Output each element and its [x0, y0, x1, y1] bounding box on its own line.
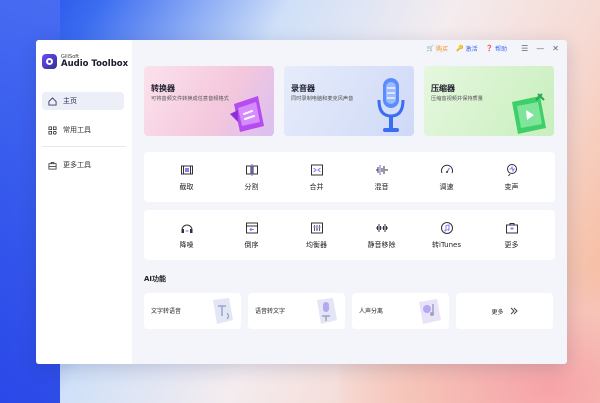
compress-icon	[512, 93, 546, 134]
ai-more-label: 更多	[491, 308, 504, 316]
equalizer-icon	[310, 222, 323, 233]
ai-section-title: AI功能	[144, 275, 167, 283]
recorder-card[interactable]: 录音器 同时录制电脑和麦克风声音	[284, 66, 414, 136]
brand: GiliSoft Audio Toolbox	[42, 54, 128, 69]
help-link[interactable]: ❓ 帮助	[486, 44, 508, 53]
text-to-speech-icon	[213, 298, 233, 324]
tool-equalizer[interactable]: 均衡器	[284, 221, 349, 250]
buy-label: 购买	[436, 46, 449, 53]
home-icon	[48, 96, 57, 106]
help-label: 帮助	[495, 46, 508, 53]
mix-icon	[375, 164, 388, 175]
sidebar-item-common-tools[interactable]: 常用工具	[42, 121, 124, 139]
help-icon: ❓	[485, 45, 494, 52]
sidebar-item-label: 主页	[63, 97, 77, 105]
tool-label: 混音	[374, 182, 389, 191]
tool-label: 降噪	[179, 240, 194, 249]
ai-card-vocal-separation[interactable]: 人声分离	[352, 293, 449, 329]
feature-desc: 可将音频文件转换成任意音频格式	[151, 96, 229, 102]
converter-card[interactable]: 转换器 可将音频文件转换成任意音频格式	[144, 66, 274, 136]
activate-link[interactable]: 🔑 激活	[456, 44, 478, 53]
feature-desc: 同时录制电脑和麦克风声音	[291, 96, 354, 102]
reverse-icon	[245, 222, 258, 233]
tool-label: 截取	[179, 182, 194, 191]
key-icon: 🔑	[456, 45, 464, 52]
split-icon	[245, 163, 258, 176]
tool-reverse[interactable]: 倒序	[219, 221, 284, 250]
tool-label: 调速	[439, 182, 454, 191]
minimize-button[interactable]: —	[536, 44, 544, 53]
sidebar-item-label: 常用工具	[63, 126, 91, 134]
app-logo-icon	[42, 54, 57, 69]
silence-remove-icon	[375, 223, 388, 232]
ai-card-text-to-speech[interactable]: 文字转语音	[144, 293, 241, 329]
tool-merge[interactable]: 合并	[284, 163, 349, 192]
tool-label: 合并	[309, 182, 324, 191]
more-toolbox-icon	[505, 222, 518, 233]
toolbox-icon	[48, 161, 57, 170]
buy-link[interactable]: 🛒 购买	[427, 44, 449, 53]
tool-mix[interactable]: 混音	[349, 163, 414, 192]
ai-card-label: 语音转文字	[255, 308, 286, 315]
feature-cards: 转换器 可将音频文件转换成任意音频格式 录音器 同时录制电脑和麦克风声音 压缩器…	[144, 66, 556, 136]
tool-trim[interactable]: 截取	[154, 163, 219, 192]
tool-label: 均衡器	[306, 240, 327, 249]
app-window: GiliSoft Audio Toolbox 主页 常用工具 更多工具 🛒 购买…	[36, 40, 567, 364]
activate-label: 激活	[465, 46, 478, 53]
double-chevron-right-icon	[510, 307, 518, 315]
close-button[interactable]: ✕	[552, 44, 559, 53]
tool-denoise[interactable]: 降噪	[154, 221, 219, 250]
merge-icon	[310, 164, 323, 175]
itunes-icon	[440, 221, 453, 234]
compressor-card[interactable]: 压缩器 压缩音视频并保持质量	[424, 66, 554, 136]
brand-name: Audio Toolbox	[61, 58, 129, 69]
tools-row-2: 降噪 倒序 均衡器 静音移除 转iTunes 更多	[144, 210, 555, 260]
sidebar-item-home[interactable]: 主页	[42, 92, 124, 110]
grid-icon	[48, 125, 57, 135]
tool-split[interactable]: 分割	[219, 163, 284, 192]
voice-change-icon	[506, 163, 517, 176]
ai-card-label: 文字转语音	[151, 308, 182, 315]
titlebar: 🛒 购买 🔑 激活 ❓ 帮助 ☰ — ✕	[427, 44, 559, 53]
sidebar-divider	[42, 146, 126, 147]
cart-icon: 🛒	[426, 45, 435, 52]
sidebar-item-label: 更多工具	[63, 161, 91, 169]
main-content: 转换器 可将音频文件转换成任意音频格式 录音器 同时录制电脑和麦克风声音 压缩器…	[144, 66, 556, 329]
tool-label: 静音移除	[367, 240, 396, 249]
denoise-icon	[181, 224, 192, 233]
microphone-icon	[377, 78, 405, 132]
feature-desc: 压缩音视频并保持质量	[431, 96, 483, 102]
tools-row-1: 截取 分割 合并 混音 调速 变声	[144, 152, 555, 202]
tool-label: 倒序	[244, 240, 259, 249]
speed-icon	[440, 164, 453, 173]
tool-label: 更多	[504, 240, 519, 249]
vocal-separate-icon	[419, 299, 441, 324]
tool-label: 分割	[244, 182, 259, 191]
tool-to-itunes[interactable]: 转iTunes	[414, 221, 479, 250]
menu-icon[interactable]: ☰	[521, 44, 528, 53]
ai-cards: 文字转语音 语音转文字 人声分离 更多	[144, 293, 556, 329]
sidebar-item-more-tools[interactable]: 更多工具	[42, 156, 124, 174]
tool-label: 转iTunes	[432, 240, 461, 249]
ai-card-speech-to-text[interactable]: 语音转文字	[248, 293, 345, 329]
tool-speed[interactable]: 调速	[414, 163, 479, 192]
tool-more[interactable]: 更多	[479, 221, 544, 250]
trim-icon	[180, 165, 193, 174]
tool-silence-remove[interactable]: 静音移除	[349, 221, 414, 250]
tool-voice-change[interactable]: 变声	[479, 163, 544, 192]
convert-icon	[230, 96, 264, 132]
sidebar: GiliSoft Audio Toolbox 主页 常用工具 更多工具	[36, 40, 132, 364]
tool-label: 变声	[504, 182, 519, 191]
speech-to-text-icon	[317, 298, 337, 324]
ai-card-more[interactable]: 更多	[456, 293, 553, 329]
ai-card-label: 人声分离	[359, 308, 384, 315]
